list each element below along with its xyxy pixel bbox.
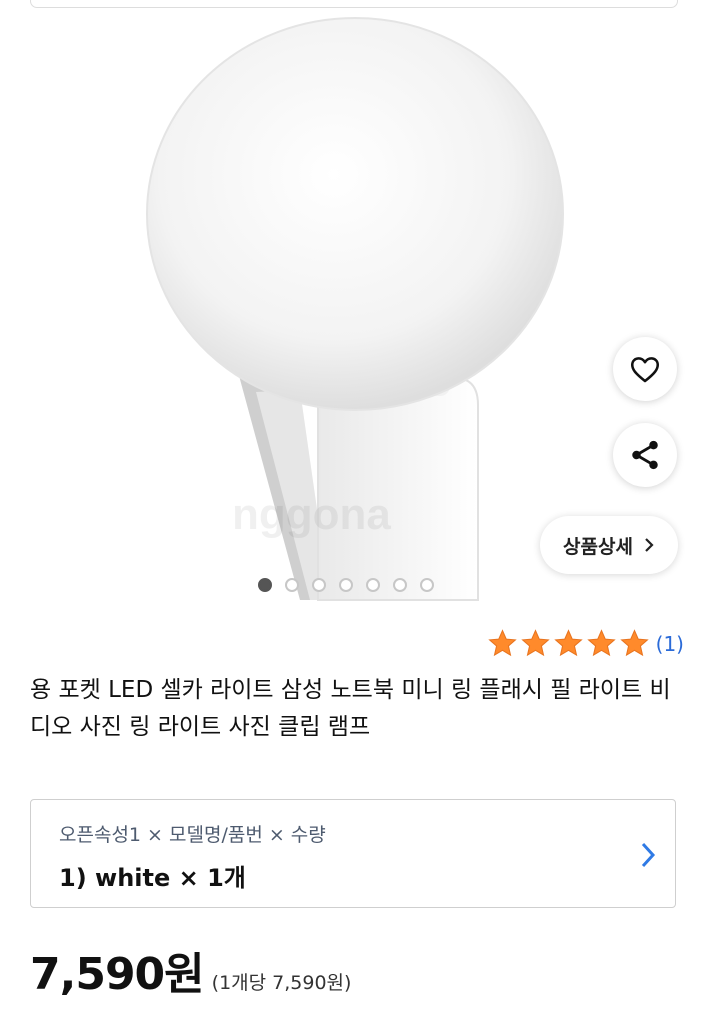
price-amount: 7,590원 bbox=[30, 949, 205, 1000]
share-icon bbox=[632, 440, 658, 470]
carousel-dot[interactable] bbox=[393, 578, 407, 592]
star-rating bbox=[487, 628, 650, 659]
rating-count[interactable]: (1) bbox=[656, 632, 684, 656]
star-icon bbox=[487, 629, 517, 657]
price-row: 7,590원 (1개당 7,590원) bbox=[30, 938, 351, 1002]
carousel-dot[interactable] bbox=[366, 578, 380, 592]
heart-outline-icon bbox=[630, 357, 660, 383]
wishlist-button[interactable] bbox=[613, 337, 677, 401]
star-icon bbox=[619, 629, 649, 657]
star-icon bbox=[553, 629, 583, 657]
image-carousel-dots[interactable] bbox=[258, 578, 434, 592]
image-watermark: nggona bbox=[232, 490, 391, 539]
option-selector[interactable]: 오픈속성1 × 모델명/품번 × 수량 1) white × 1개 bbox=[30, 799, 676, 908]
carousel-dot[interactable] bbox=[258, 578, 272, 592]
chevron-right-icon bbox=[641, 842, 656, 868]
carousel-dot[interactable] bbox=[420, 578, 434, 592]
star-icon bbox=[586, 629, 616, 657]
carousel-dot[interactable] bbox=[312, 578, 326, 592]
rating[interactable]: (1) bbox=[487, 628, 684, 659]
carousel-dot[interactable] bbox=[285, 578, 299, 592]
share-button[interactable] bbox=[613, 423, 677, 487]
product-detail-label: 상품상세 bbox=[563, 535, 633, 558]
star-icon bbox=[520, 629, 550, 657]
chevron-right-icon bbox=[645, 538, 654, 552]
product-title: 용 포켓 LED 셀카 라이트 삼성 노트북 미니 링 플래시 필 라이트 비디… bbox=[30, 677, 671, 740]
option-label: 오픈속성1 × 모델명/품번 × 수량 bbox=[59, 824, 326, 846]
carousel-dot[interactable] bbox=[339, 578, 353, 592]
option-value: 1) white × 1개 bbox=[59, 864, 246, 892]
unit-price: (1개당 7,590원) bbox=[211, 972, 352, 994]
product-detail-button[interactable]: 상품상세 bbox=[540, 516, 678, 574]
